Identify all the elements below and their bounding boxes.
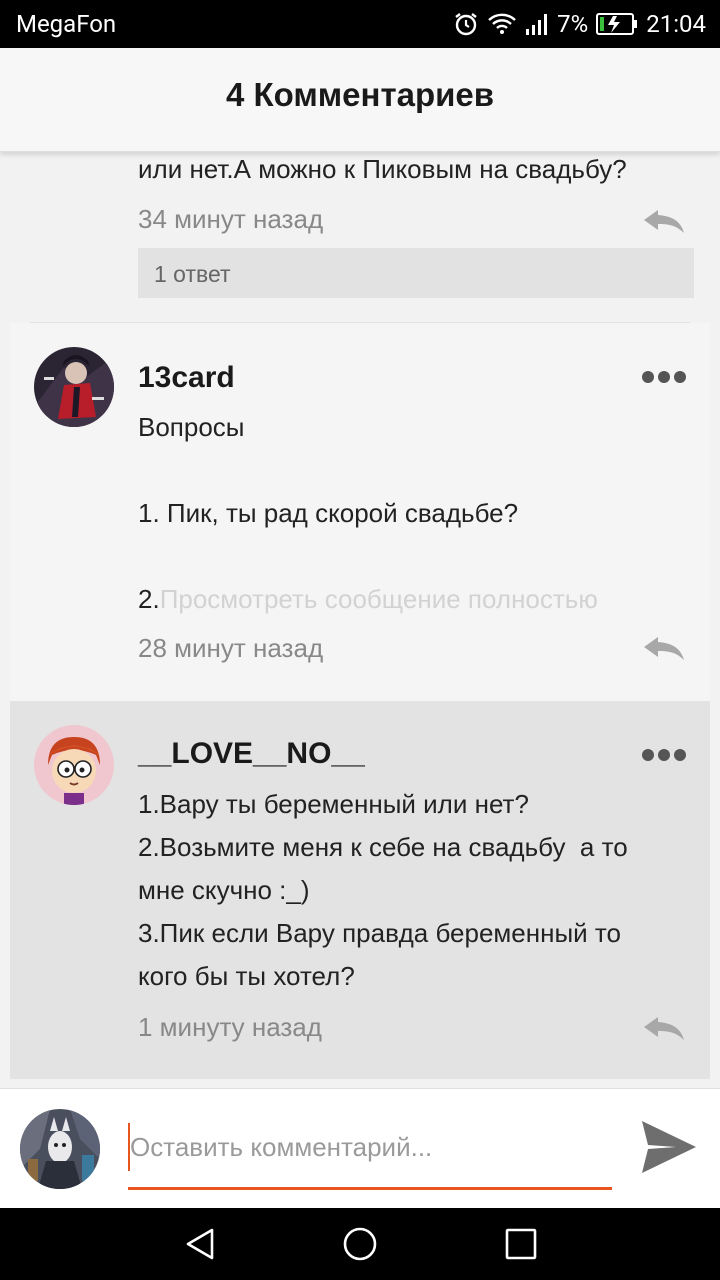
reply-icon[interactable] (642, 1015, 686, 1043)
reply-icon[interactable] (642, 208, 686, 236)
comment-line: 1.Вару ты беременный или нет? (138, 789, 529, 819)
more-options-icon[interactable] (642, 747, 686, 763)
signal-icon (525, 12, 549, 36)
comment-line: мне скучно :_) (138, 875, 310, 905)
view-full-message-link[interactable]: Просмотреть сообщение полностью (160, 584, 598, 614)
input-underline (128, 1187, 612, 1190)
comments-header: 4 Комментариев (0, 48, 720, 152)
comment-text: Вопросы 1. Пик, ты рад скорой свадьбе? 2… (138, 406, 598, 621)
carrier-name: MegaFon (16, 10, 117, 38)
recents-icon[interactable] (503, 1226, 539, 1262)
page-title: 4 Комментариев (225, 76, 495, 113)
comment-line (138, 535, 598, 578)
send-icon[interactable] (640, 1119, 698, 1175)
comment-text: или нет.А можно к Пиковым на свадьбу? (138, 154, 627, 184)
comment-author[interactable]: __LOVE__NO__ (138, 737, 365, 771)
comment-timestamp: 28 минут назад (138, 633, 324, 663)
wifi-icon (487, 12, 517, 36)
comment-input-bar (0, 1088, 720, 1208)
avatar[interactable] (34, 725, 114, 805)
back-icon[interactable] (182, 1226, 218, 1262)
comment-line: 3.Пик если Вару правда беременный то (138, 918, 621, 948)
more-options-icon[interactable] (642, 369, 686, 385)
clock: 21:04 (646, 10, 706, 38)
avatar[interactable] (34, 347, 114, 427)
system-nav-bar (0, 1208, 720, 1280)
comment-line: кого бы ты хотел? (138, 961, 355, 991)
comment-line (138, 449, 598, 492)
status-bar: MegaFon 7% 21:04 (0, 0, 720, 48)
replies-button[interactable]: 1 ответ (138, 248, 694, 298)
comment-item-highlighted: __LOVE__NO__ 1.Вару ты беременный или не… (10, 701, 710, 1079)
comment-item: или нет.А можно к Пиковым на свадьбу? 34… (10, 152, 710, 322)
comment-author[interactable]: 13card (138, 361, 235, 395)
comment-text: 1.Вару ты беременный или нет? 2.Возьмите… (138, 783, 628, 998)
comment-timestamp: 34 минут назад (138, 204, 324, 234)
battery-charging-icon (596, 12, 638, 36)
comment-line: 2.Просмотреть сообщение полностью (138, 584, 598, 614)
current-user-avatar[interactable] (20, 1109, 100, 1189)
comment-line: 2.Возьмите меня к себе на свадьбу а то (138, 832, 628, 862)
home-icon[interactable] (342, 1226, 378, 1262)
battery-percent: 7% (557, 10, 589, 38)
reply-icon[interactable] (642, 635, 686, 663)
alarm-icon (453, 11, 479, 37)
comments-list[interactable]: или нет.А можно к Пиковым на свадьбу? 34… (0, 152, 720, 1088)
comment-input[interactable] (128, 1123, 612, 1171)
comment-line: 1. Пик, ты рад скорой свадьбе? (138, 498, 519, 528)
comment-timestamp: 1 минуту назад (138, 1012, 322, 1042)
comment-line: Вопросы (138, 412, 245, 442)
comment-item: 13card Вопросы 1. Пик, ты рад скорой сва… (10, 323, 710, 701)
